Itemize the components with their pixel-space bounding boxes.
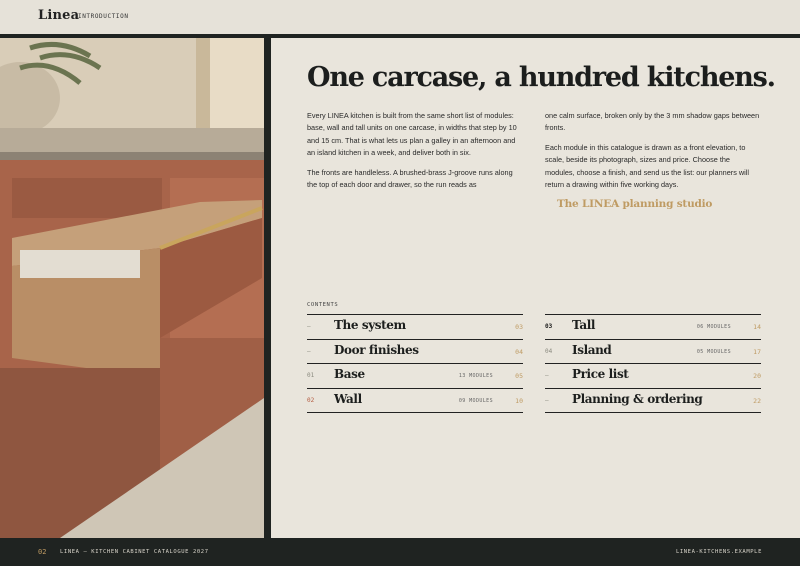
contents-title: Island — [572, 342, 612, 357]
top-bar: Linea INTRODUCTION — [0, 0, 800, 38]
contents-item-planning-ordering[interactable]: – Planning & ordering 22 — [545, 389, 761, 413]
contents-title: Wall — [334, 391, 362, 406]
footer-caption: LINEA — KITCHEN CABINET CATALOGUE 2027 — [60, 549, 209, 555]
contents-list-right: 03 Tall 06 MODULES 14 04 Island 05 MODUL… — [545, 314, 761, 413]
contents-page-number: 14 — [753, 323, 761, 331]
contents-item-wall[interactable]: 02 Wall 09 MODULES 10 — [307, 389, 523, 413]
kitchen-drawer-photo — [0, 38, 264, 538]
contents-title: Door finishes — [334, 342, 419, 357]
page-title: One carcase, a hundred kitchens. — [307, 62, 776, 93]
vertical-divider — [264, 38, 271, 538]
contents-item-the-system[interactable]: – The system 03 — [307, 315, 523, 340]
contents-title: Base — [334, 367, 365, 381]
contents-module-count: 13 MODULES — [458, 373, 493, 379]
contents-page-number: 10 — [515, 396, 523, 405]
intro-column-right: one calm surface, broken only by the 3 m… — [545, 110, 761, 218]
section-label: INTRODUCTION — [78, 13, 129, 20]
contents-list-left: – The system 03 – Door finishes 04 01 Ba… — [307, 314, 523, 413]
contents-number: – — [307, 347, 311, 355]
footer-page-number: 02 — [38, 548, 47, 556]
contents-number: 02 — [307, 396, 315, 404]
contents-number: – — [545, 396, 549, 404]
footer-url-link[interactable]: LINEA-KITCHENS.EXAMPLE — [676, 549, 762, 555]
contents-title: The system — [334, 318, 406, 332]
contents-number: – — [545, 372, 549, 379]
contents-title: Price list — [572, 367, 629, 381]
contents-module-count: 05 MODULES — [696, 348, 731, 355]
intro-paragraph: The fronts are handleless. A brushed-bra… — [307, 167, 513, 190]
intro-paragraph: one calm surface, broken only by the 3 m… — [545, 111, 760, 133]
contents-page-number: 05 — [515, 372, 523, 380]
contents-page-number: 22 — [753, 396, 761, 405]
footer-bar: 02 LINEA — KITCHEN CABINET CATALOGUE 202… — [0, 538, 800, 566]
contents-page-number: 20 — [753, 372, 761, 380]
contents-item-door-finishes[interactable]: – Door finishes 04 — [307, 340, 523, 364]
contents-number: – — [307, 323, 311, 330]
contents-page-number: 03 — [515, 323, 523, 331]
contents-page-number: 17 — [753, 347, 761, 356]
contents-item-price-list[interactable]: – Price list 20 — [545, 364, 761, 389]
contents-label: CONTENTS — [307, 302, 339, 308]
contents-item-base[interactable]: 01 Base 13 MODULES 05 — [307, 364, 523, 389]
intro-paragraph: Each module in this catalogue is drawn a… — [545, 142, 750, 190]
intro-paragraph: Every LINEA kitchen is built from the sa… — [307, 111, 517, 158]
contents-item-tall[interactable]: 03 Tall 06 MODULES 14 — [545, 315, 761, 340]
intro-column-left: Every LINEA kitchen is built from the sa… — [307, 110, 523, 198]
contents-page-number: 04 — [515, 347, 523, 356]
brand-logo[interactable]: Linea — [38, 8, 79, 23]
signature: The LINEA planning studio — [557, 198, 713, 211]
contents-item-island[interactable]: 04 Island 05 MODULES 17 — [545, 340, 761, 364]
contents-module-count: 09 MODULES — [458, 397, 493, 404]
contents-module-count: 06 MODULES — [696, 324, 731, 330]
contents-title: Tall — [572, 318, 596, 332]
contents-number: 03 — [545, 323, 553, 330]
intro-content: One carcase, a hundred kitchens. Every L… — [271, 38, 800, 538]
contents-number: 01 — [307, 372, 315, 379]
contents-number: 04 — [545, 347, 553, 355]
contents-title: Planning & ordering — [572, 391, 703, 406]
